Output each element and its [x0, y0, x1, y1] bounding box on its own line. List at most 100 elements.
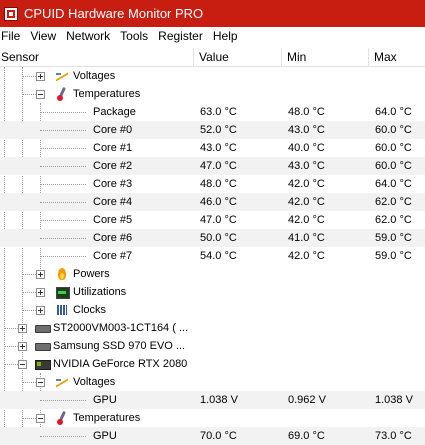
graphics-card-icon	[35, 357, 51, 371]
collapse-icon[interactable]	[18, 360, 27, 369]
sensor-row-package[interactable]: Package 63.0 °C 48.0 °C 64.0 °C	[0, 103, 425, 121]
column-header-value[interactable]: Value	[194, 48, 282, 67]
sensor-row-gpu-temperature[interactable]: GPU 70.0 °C 69.0 °C 73.0 °C	[0, 427, 425, 445]
tree-node-gpu-temperatures[interactable]: Temperatures	[0, 409, 425, 427]
sensor-row-core-0[interactable]: Core #0 52.0 °C 43.0 °C 60.0 °C	[0, 121, 425, 139]
sensor-value: 63.0 °C	[200, 106, 237, 118]
expand-icon[interactable]	[18, 342, 27, 351]
sensor-value: 48.0 °C	[200, 178, 237, 190]
sensor-row-core-6[interactable]: Core #6 50.0 °C 41.0 °C 59.0 °C	[0, 229, 425, 247]
collapse-icon[interactable]	[36, 378, 45, 387]
sensor-max: 60.0 °C	[375, 124, 412, 136]
menu-help[interactable]: Help	[208, 27, 243, 46]
sensor-row-core-4[interactable]: Core #4 46.0 °C 42.0 °C 62.0 °C	[0, 193, 425, 211]
expand-icon[interactable]	[36, 288, 45, 297]
sensor-min: 43.0 °C	[288, 124, 325, 136]
menu-bar: File View Network Tools Register Help	[0, 27, 425, 46]
sensor-value: 70.0 °C	[200, 430, 237, 442]
sensor-name: Core #4	[93, 196, 133, 208]
tree-branch	[22, 76, 36, 77]
menu-view[interactable]: View	[25, 27, 61, 46]
tree-node-ssd-samsung[interactable]: Samsung SSD 970 EVO ...	[0, 337, 425, 355]
voltage-icon	[55, 69, 69, 83]
collapse-icon[interactable]	[36, 90, 45, 99]
tree-node-clocks[interactable]: Clocks	[0, 301, 425, 319]
sensor-row-core-2[interactable]: Core #2 47.0 °C 43.0 °C 60.0 °C	[0, 157, 425, 175]
tree-branch	[4, 328, 18, 329]
tree-branch	[22, 310, 36, 311]
tree-branch	[22, 418, 36, 419]
thermometer-icon	[55, 411, 69, 425]
sensor-max: 60.0 °C	[375, 160, 412, 172]
tree-branch	[40, 400, 86, 401]
expand-icon[interactable]	[36, 306, 45, 315]
sensor-max: 64.0 °C	[375, 178, 412, 190]
column-header-min[interactable]: Min	[282, 48, 369, 67]
sensor-value: 50.0 °C	[200, 232, 237, 244]
tree-branch	[22, 274, 36, 275]
tree-node-gpu-voltages[interactable]: Voltages	[0, 373, 425, 391]
tree-branch	[40, 256, 86, 257]
sensor-min: 42.0 °C	[288, 250, 325, 262]
cpuid-app-icon[interactable]	[4, 6, 18, 21]
column-header-sensor[interactable]: Sensor	[0, 48, 194, 67]
tree-branch	[22, 382, 36, 383]
sensor-name: GPU	[93, 430, 117, 442]
tree-node-temperatures[interactable]: Temperatures	[0, 85, 425, 103]
tree-branch	[40, 436, 86, 437]
menu-tools[interactable]: Tools	[115, 27, 153, 46]
sensor-max: 59.0 °C	[375, 250, 412, 262]
expand-icon[interactable]	[36, 270, 45, 279]
tree-branch	[22, 94, 36, 95]
sensor-min: 69.0 °C	[288, 430, 325, 442]
sensor-name: Core #1	[93, 142, 133, 154]
sensor-value: 46.0 °C	[200, 196, 237, 208]
sensor-name: Core #6	[93, 232, 133, 244]
column-header-max[interactable]: Max	[369, 48, 425, 67]
tree-node-voltages[interactable]: Voltages	[0, 67, 425, 85]
sensor-tree[interactable]: Voltages Temperatures Package 63.0 °C 48…	[0, 67, 425, 445]
menu-network[interactable]: Network	[61, 27, 115, 46]
tree-branch	[40, 184, 86, 185]
sensor-min: 40.0 °C	[288, 142, 325, 154]
tree-branch	[22, 292, 36, 293]
expand-icon[interactable]	[36, 72, 45, 81]
node-label: Voltages	[73, 376, 116, 388]
node-label: Samsung SSD 970 EVO ...	[53, 340, 186, 352]
menu-register[interactable]: Register	[153, 27, 208, 46]
node-label: Temperatures	[73, 412, 141, 424]
sensor-max: 1.038 V	[375, 394, 413, 406]
clock-bars-icon	[55, 303, 69, 317]
node-label: NVIDIA GeForce RTX 2080	[53, 358, 188, 370]
ssd-icon	[35, 339, 51, 353]
menu-file[interactable]: File	[0, 27, 25, 46]
sensor-name: Core #0	[93, 124, 133, 136]
tree-branch	[40, 112, 86, 113]
sensor-value: 52.0 °C	[200, 124, 237, 136]
sensor-name: GPU	[93, 394, 117, 406]
collapse-icon[interactable]	[36, 414, 45, 423]
expand-icon[interactable]	[18, 324, 27, 333]
sensor-row-core-7[interactable]: Core #7 54.0 °C 42.0 °C 59.0 °C	[0, 247, 425, 265]
sensor-name: Core #7	[93, 250, 133, 262]
sensor-value: 43.0 °C	[200, 142, 237, 154]
tree-node-hdd-st2000[interactable]: ST2000VM003-1CT164 ( ...	[0, 319, 425, 337]
tree-node-powers[interactable]: Powers	[0, 265, 425, 283]
sensor-max: 62.0 °C	[375, 214, 412, 226]
sensor-value: 54.0 °C	[200, 250, 237, 262]
tree-branch	[40, 238, 86, 239]
tree-branch	[40, 148, 86, 149]
sensor-row-core-3[interactable]: Core #3 48.0 °C 42.0 °C 64.0 °C	[0, 175, 425, 193]
window-title: CPUID Hardware Monitor PRO	[24, 6, 204, 21]
tree-node-utilizations[interactable]: Utilizations	[0, 283, 425, 301]
sensor-value: 47.0 °C	[200, 160, 237, 172]
tree-branch	[40, 166, 86, 167]
sensor-value: 1.038 V	[200, 394, 238, 406]
sensor-row-gpu-voltage[interactable]: GPU 1.038 V 0.962 V 1.038 V	[0, 391, 425, 409]
node-label: Clocks	[73, 304, 107, 316]
tree-branch	[40, 202, 86, 203]
sensor-row-core-1[interactable]: Core #1 43.0 °C 40.0 °C 60.0 °C	[0, 139, 425, 157]
column-header: Sensor Value Min Max	[0, 48, 425, 67]
tree-node-gpu-nvidia[interactable]: NVIDIA GeForce RTX 2080	[0, 355, 425, 373]
sensor-row-core-5[interactable]: Core #5 47.0 °C 42.0 °C 62.0 °C	[0, 211, 425, 229]
